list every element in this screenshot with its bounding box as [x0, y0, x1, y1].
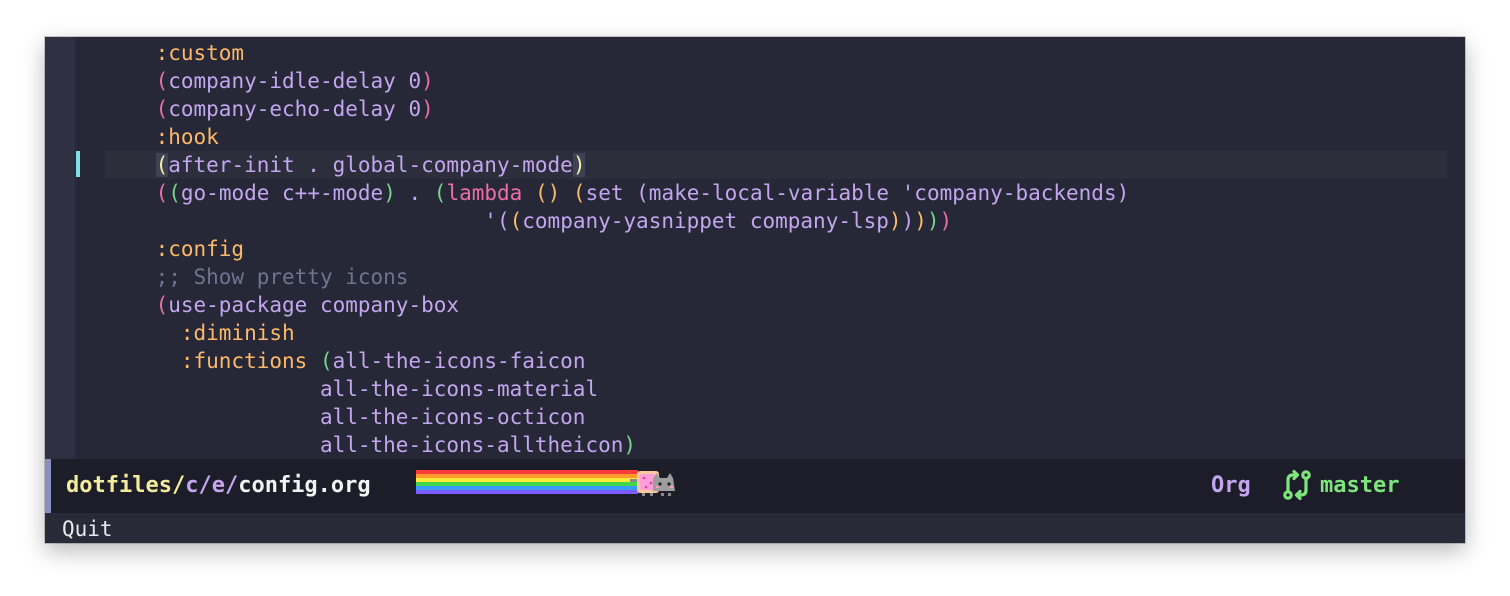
- code-token: lambda: [446, 181, 523, 205]
- code-token: (: [155, 181, 169, 205]
- code-line[interactable]: '((company-yasnippet company-lsp))))): [105, 207, 1447, 235]
- code-line[interactable]: all-the-icons-material: [105, 375, 1447, 403]
- code-token: ): [421, 97, 434, 121]
- code-token: ): [914, 209, 927, 233]
- code-line[interactable]: :custom: [105, 39, 1447, 67]
- minibuffer[interactable]: Quit: [45, 513, 1465, 543]
- code-token: :custom: [155, 41, 245, 65]
- code-token: 0: [408, 97, 422, 121]
- code-token: ): [383, 181, 396, 205]
- code-token: make-local-variable 'company-backends: [648, 181, 1117, 205]
- code-line[interactable]: ((go-mode c++-mode) . (lambda () (set (m…: [105, 179, 1447, 207]
- code-token: ): [623, 433, 637, 457]
- code-line[interactable]: all-the-icons-octicon: [105, 403, 1447, 431]
- major-mode[interactable]: Org: [1211, 472, 1251, 500]
- code-token: company-echo-delay: [168, 97, 409, 121]
- code-token: use-package company-box: [168, 293, 460, 317]
- code-token: ': [155, 209, 497, 233]
- code-line[interactable]: :diminish: [105, 319, 1447, 347]
- code-line[interactable]: (use-package company-box: [105, 291, 1447, 319]
- code-line[interactable]: :hook: [105, 123, 1447, 151]
- code-token: all-the-icons-alltheicon: [155, 433, 624, 457]
- code-token: (: [636, 181, 649, 205]
- file-name: config.org: [238, 473, 371, 498]
- code-line[interactable]: :config: [105, 235, 1447, 263]
- code-token: :functions: [155, 349, 320, 373]
- echo-area-message: Quit: [62, 517, 113, 541]
- code-token: after-init . global-company-mode: [168, 153, 573, 177]
- code-token: set: [585, 181, 637, 205]
- code-token: (: [155, 69, 169, 93]
- code-token: .: [395, 181, 434, 205]
- code-line[interactable]: ;; Show pretty icons: [105, 263, 1447, 291]
- code-token: (: [572, 181, 586, 205]
- left-fringe: [45, 37, 75, 459]
- code-line[interactable]: all-the-icons-alltheicon): [105, 431, 1447, 459]
- code-token: go-mode c++-mode: [180, 181, 384, 205]
- code-token: (: [168, 181, 181, 205]
- git-branch[interactable]: master: [1320, 472, 1399, 500]
- emacs-window: :custom (company-idle-delay 0) (company-…: [45, 37, 1465, 543]
- code-token: ): [1116, 181, 1130, 205]
- code-token: (: [155, 97, 169, 121]
- code-token: ;; Show pretty icons: [155, 265, 409, 289]
- code-token: (: [319, 349, 333, 373]
- code-line[interactable]: (company-echo-delay 0): [105, 95, 1447, 123]
- code-token: 0: [408, 69, 422, 93]
- path-subdir: c/e/: [185, 473, 239, 498]
- code-token: :hook: [155, 125, 219, 149]
- buffer-path[interactable]: dotfiles/c/e/config.org: [66, 472, 371, 500]
- code-token: ): [888, 209, 902, 233]
- code-token: all-the-icons-faicon: [332, 349, 586, 373]
- code-token: :diminish: [155, 321, 295, 345]
- path-dir: dotfiles/: [66, 473, 186, 498]
- code-line[interactable]: (company-idle-delay 0): [105, 67, 1447, 95]
- code-token: :config: [155, 237, 245, 261]
- code-token: all-the-icons-material: [155, 377, 599, 401]
- code-token: (: [155, 153, 169, 177]
- code-token: (: [433, 181, 447, 205]
- code-token: ): [572, 153, 586, 177]
- mode-line-active-marker: [45, 459, 51, 513]
- code-token: (: [155, 293, 169, 317]
- code-token: ): [901, 209, 915, 233]
- code-token: company-yasnippet company-lsp: [522, 209, 889, 233]
- mode-line: dotfiles/c/e/config.org Org master: [45, 459, 1465, 513]
- code-token: ): [939, 209, 953, 233]
- code-token: ): [421, 69, 434, 93]
- git-compare-icon: [1283, 469, 1311, 501]
- code-token: (): [534, 181, 561, 205]
- code-token: ): [926, 209, 940, 233]
- nyan-cat-progress-icon[interactable]: [416, 467, 678, 497]
- code-token: company-idle-delay: [168, 69, 409, 93]
- code-token: all-the-icons-octicon: [155, 405, 586, 429]
- editor-buffer[interactable]: :custom (company-idle-delay 0) (company-…: [75, 37, 1465, 459]
- code-token: (: [496, 209, 510, 233]
- code-line[interactable]: :functions (all-the-icons-faicon: [105, 347, 1447, 375]
- current-line-indicator: [76, 151, 80, 177]
- code-token: (: [509, 209, 523, 233]
- code-line[interactable]: (after-init . global-company-mode): [105, 151, 1447, 179]
